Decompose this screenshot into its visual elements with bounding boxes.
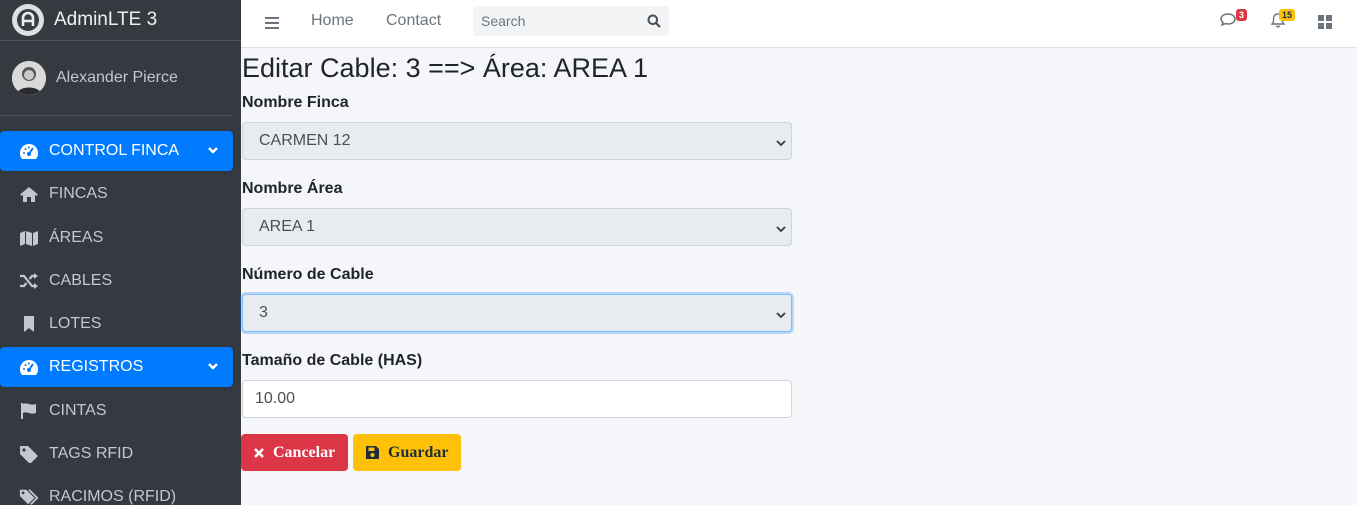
cable-number-select[interactable]: 3	[242, 294, 792, 332]
brand-name: AdminLTE 3	[54, 9, 158, 30]
messages-count-badge: 3	[1235, 9, 1247, 21]
sidebar-item-racimos[interactable]: RACIMOS (RFID)	[0, 477, 233, 505]
sidebar-item-label: LOTES	[49, 315, 102, 333]
times-icon	[253, 447, 265, 459]
notifications-button[interactable]: 15	[1267, 9, 1295, 33]
cable-size-label: Tamaño de Cable (HAS)	[242, 352, 423, 369]
sidebar-item-control-finca[interactable]: CONTROL FINCA	[0, 131, 233, 171]
sidebar-item-cintas[interactable]: CINTAS	[0, 391, 233, 431]
cable-number-select-value: 3	[259, 304, 268, 321]
sidebar-item-label: RACIMOS (RFID)	[49, 488, 177, 505]
avatar	[12, 61, 46, 95]
hamburger-menu-icon[interactable]	[262, 13, 282, 33]
area-label: Nombre Área	[242, 180, 343, 197]
user-name: Alexander Pierce	[56, 69, 178, 86]
select-caret-icon	[775, 308, 787, 326]
notifications-count-badge: 15	[1278, 9, 1295, 21]
tag-icon	[19, 444, 39, 464]
page-title: Editar Cable: 3 ==> Área: AREA 1	[242, 53, 649, 83]
save-icon	[365, 445, 380, 460]
search-icon[interactable]	[645, 12, 663, 30]
search-box	[473, 6, 669, 36]
sidebar-item-areas[interactable]: ÁREAS	[0, 218, 233, 258]
home-icon	[19, 184, 39, 204]
tachometer-icon	[19, 141, 39, 161]
sidebar-item-tags-rfid[interactable]: TAGS RFID	[0, 434, 233, 474]
sidebar-item-registros[interactable]: REGISTROS	[0, 347, 233, 388]
main-sidebar: AdminLTE 3 Alexander Pierce CONTROL FINC…	[0, 0, 241, 505]
brand-link[interactable]: AdminLTE 3	[0, 0, 241, 41]
sidebar-item-label: CINTAS	[49, 401, 107, 419]
bookmark-icon	[19, 314, 39, 334]
flag-icon	[19, 401, 39, 421]
sidebar-menu: CONTROL FINCA FINCAS ÁREAS CABLES LOTES …	[0, 131, 241, 505]
sidebar-item-label: CONTROL FINCA	[49, 142, 180, 159]
save-button-label: Guardar	[388, 443, 449, 461]
sidebar-item-label: REGISTROS	[49, 358, 144, 376]
cable-size-input-value: 10.00	[255, 390, 296, 407]
sidebar-item-lotes[interactable]: LOTES	[0, 304, 233, 344]
area-select[interactable]: AREA 1	[242, 208, 792, 246]
save-button[interactable]: Guardar	[353, 434, 461, 471]
chevron-down-icon	[207, 359, 219, 377]
top-navbar: Home Contact 3 15	[241, 0, 1357, 48]
user-panel[interactable]: Alexander Pierce	[0, 41, 233, 116]
area-select-value: AREA 1	[259, 218, 316, 235]
grid-apps-icon[interactable]	[1314, 11, 1336, 33]
cancel-button-label: Cancelar	[273, 443, 336, 461]
messages-button[interactable]: 3	[1219, 9, 1247, 33]
sidebar-item-cables[interactable]: CABLES	[0, 261, 233, 301]
sidebar-item-label: FINCAS	[49, 185, 108, 203]
home-link[interactable]: Home	[311, 12, 354, 30]
cable-size-input[interactable]: 10.00	[242, 380, 792, 418]
cable-number-label: Número de Cable	[242, 266, 374, 283]
sidebar-item-label: CABLES	[49, 271, 113, 289]
finca-label: Nombre Finca	[242, 94, 349, 111]
contact-link[interactable]: Contact	[386, 12, 441, 30]
finca-select[interactable]: CARMEN 12	[242, 122, 792, 160]
adminlte-logo-icon	[12, 4, 44, 36]
map-icon	[19, 228, 39, 248]
tags-icon	[19, 487, 39, 505]
finca-select-value: CARMEN 12	[259, 132, 351, 149]
sidebar-item-label: TAGS RFID	[49, 445, 134, 463]
select-caret-icon	[775, 136, 787, 154]
search-input[interactable]	[473, 6, 638, 36]
random-icon	[19, 271, 39, 291]
cancel-button[interactable]: Cancelar	[241, 434, 348, 471]
select-caret-icon	[775, 222, 787, 240]
tachometer-icon	[19, 357, 39, 377]
chevron-down-icon	[207, 143, 219, 161]
sidebar-item-fincas[interactable]: FINCAS	[0, 174, 233, 214]
sidebar-item-label: ÁREAS	[49, 228, 104, 246]
